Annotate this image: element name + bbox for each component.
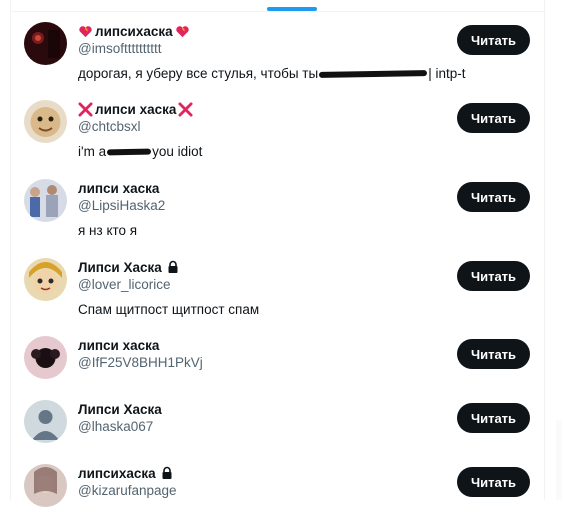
user-name[interactable]: липси хаска: [78, 179, 159, 197]
lock-icon: [166, 260, 180, 274]
avatar[interactable]: [24, 22, 67, 65]
user-name-text: липсихаска: [95, 23, 173, 39]
user-name-text: Липси Хаска: [78, 259, 162, 275]
user-handle: @kizarufanpage: [78, 483, 177, 498]
user-name[interactable]: липси хаска: [78, 100, 193, 118]
default-avatar[interactable]: [24, 400, 67, 443]
divider: [10, 11, 545, 12]
redaction-mark: [319, 69, 428, 78]
avatar[interactable]: [24, 179, 67, 222]
bio-text: | intp-t: [428, 66, 466, 81]
follow-button[interactable]: Читать: [457, 25, 530, 55]
bio-text: дорогая, я уберу все стулья, чтобы ты: [78, 66, 319, 81]
follow-button[interactable]: Читать: [457, 339, 530, 369]
cross-mark-icon: [78, 101, 93, 117]
user-name-text: липси хаска: [95, 101, 177, 117]
lock-icon: [160, 466, 174, 480]
avatar[interactable]: [24, 464, 67, 507]
user-name[interactable]: Липси Хаска: [78, 400, 162, 418]
user-handle: @LipsiHaska2: [78, 198, 166, 213]
user-bio: я нз кто я: [78, 223, 138, 238]
user-bio: Спам щитпост щитпост спам: [78, 302, 260, 317]
redaction-mark: [107, 148, 152, 155]
user-handle: @lover_licorice: [78, 277, 171, 292]
user-handle: @chtcbsxl: [78, 119, 141, 134]
user-handle: @imsoftttttttttt: [78, 41, 162, 56]
user-name-text: Липси Хаска: [78, 401, 162, 417]
heart-on-fire-icon: [175, 24, 190, 39]
avatar[interactable]: [24, 100, 67, 143]
user-name-text: липси хаска: [78, 180, 160, 196]
follow-button[interactable]: Читать: [457, 467, 530, 497]
avatar[interactable]: [24, 258, 67, 301]
bio-text: i'm a: [78, 144, 107, 159]
follow-button[interactable]: Читать: [457, 403, 530, 433]
user-handle: @IfF25V8BHH1PkVj: [78, 355, 203, 370]
user-name[interactable]: липсихаска: [78, 22, 190, 40]
user-name-text: липсихаска: [78, 465, 156, 481]
user-name[interactable]: липси хаска: [78, 336, 159, 354]
scrollbar[interactable]: [556, 420, 562, 500]
cross-mark-icon: [178, 101, 193, 117]
user-handle: @lhaska067: [78, 419, 154, 434]
user-bio: дорогая, я уберу все стулья, чтобы ты | …: [78, 66, 465, 81]
follow-button[interactable]: Читать: [457, 103, 530, 133]
user-name[interactable]: липсихаска: [78, 464, 174, 482]
follow-button[interactable]: Читать: [457, 182, 530, 212]
user-name[interactable]: Липси Хаска: [78, 258, 180, 276]
user-bio: i'm a you idiot: [78, 144, 202, 159]
bio-text: you idiot: [152, 144, 203, 159]
avatar[interactable]: [24, 336, 67, 379]
follow-button[interactable]: Читать: [457, 261, 530, 291]
heart-on-fire-icon: [78, 24, 93, 39]
user-name-text: липси хаска: [78, 337, 160, 353]
